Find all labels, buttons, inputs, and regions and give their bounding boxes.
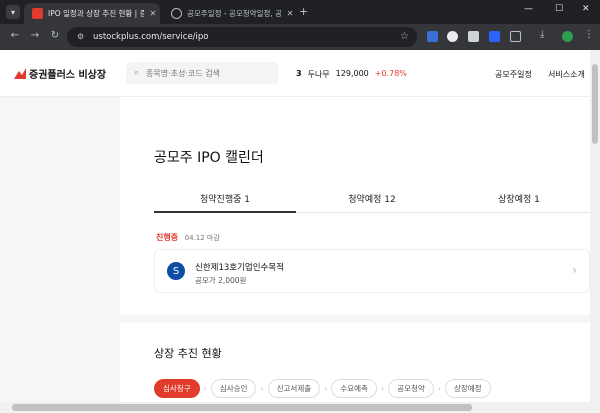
horizontal-scroll-thumb[interactable] [12, 404, 472, 411]
close-tab-icon[interactable]: ✕ [285, 9, 295, 18]
new-tab-icon[interactable]: + [299, 5, 308, 18]
translate-extension-icon[interactable] [427, 31, 438, 42]
logo-icon[interactable] [14, 68, 26, 79]
browser-tab-active[interactable]: IPO 일정과 상장 추진 현황 | 증권플러스 비상장 ✕ [24, 3, 160, 24]
site-logo-text[interactable]: 증권플러스 비상장 [29, 66, 106, 81]
listing-steps: 심사청구 › 심사승인 › 신고서제출 › 수요예측 › 공모청약 › 상장예정 [154, 379, 491, 398]
extensions-puzzle-icon[interactable] [510, 31, 521, 42]
address-bar[interactable]: ⚙ ustockplus.com/service/ipo ☆ [67, 27, 417, 47]
step-review-approved[interactable]: 심사승인 [210, 379, 257, 398]
status-line: 진행중 04.12 마감 [156, 232, 220, 243]
url-text: ustockplus.com/service/ipo [93, 32, 209, 42]
chevron-right-icon: › [380, 384, 385, 393]
extension-blue-icon[interactable] [489, 31, 500, 42]
status-date: 04.12 마감 [184, 234, 220, 242]
ticker-rank: 3 [296, 69, 302, 78]
site-header: 증권플러스 비상장 ⌕ 3 두나무 129,000 +0.78% 공모주일정 서… [0, 50, 590, 97]
offering-price: 공모가 2,000원 [195, 276, 247, 285]
vertical-scroll-thumb[interactable] [592, 64, 598, 144]
chevron-right-icon: › [572, 263, 577, 277]
tab-upcoming-subscription[interactable]: 청약예정 12 [301, 192, 443, 205]
vertical-scrollbar[interactable] [590, 50, 600, 402]
ipo-tabs: 청약진행중 1 청약예정 12 상장예정 1 [154, 182, 590, 213]
nav-ipo-schedule[interactable]: 공모주일정 [495, 69, 532, 80]
tab-title: IPO 일정과 상장 추진 현황 | 증권플러스 비상장 [48, 9, 144, 18]
tab-search-icon[interactable]: ▾ [6, 5, 20, 19]
search-box[interactable]: ⌕ [126, 62, 278, 84]
company-logo-icon: S [167, 262, 185, 280]
step-public-subscription[interactable]: 공모청약 [388, 379, 434, 398]
maximize-icon[interactable]: ☐ [555, 4, 563, 14]
status-label: 진행중 [156, 233, 179, 242]
tab-upcoming-listing[interactable]: 상장예정 1 [448, 192, 590, 205]
company-name: 신한제13호기업인수목적 [195, 263, 285, 273]
ticker-name: 두나무 [307, 70, 330, 79]
tab-subscribing[interactable]: 청약진행중 1 [154, 192, 296, 213]
forward-icon[interactable]: → [28, 30, 42, 41]
step-review-request[interactable]: 심사청구 [154, 379, 200, 398]
section-title: 상장 추진 현황 [154, 347, 222, 360]
step-filing[interactable]: 신고서제출 [267, 379, 321, 398]
close-tab-icon[interactable]: ✕ [148, 9, 158, 18]
extension-circle-icon[interactable] [447, 31, 458, 42]
listing-status-card: 상장 추진 현황 심사청구 › 심사승인 › 신고서제출 › 수요예측 › 공모… [120, 323, 590, 402]
nav-service-intro[interactable]: 서비스소개 [548, 69, 585, 80]
tab-title: 공모주일정 - 공모청약일정, 공모주 청약 [187, 9, 282, 18]
chevron-right-icon: › [260, 384, 264, 393]
ticker-change: +0.78% [374, 69, 407, 78]
window-close-icon[interactable]: ✕ [582, 4, 590, 14]
chevron-right-icon: › [437, 384, 441, 393]
step-listing-scheduled[interactable]: 상장예정 [444, 379, 491, 398]
browser-menu-icon[interactable]: ⋮ [584, 29, 595, 40]
back-icon[interactable]: ← [8, 30, 22, 41]
ticker-price: 129,000 [335, 69, 369, 78]
globe-favicon-icon [171, 8, 182, 19]
search-input[interactable] [146, 68, 267, 78]
step-demand-forecast[interactable]: 수요예측 [331, 379, 377, 398]
scrollbar-corner [590, 402, 600, 413]
main-content: 공모주 IPO 캘린더 청약진행중 1 청약예정 12 상장예정 1 진행중 0… [0, 97, 590, 402]
search-icon: ⌕ [134, 68, 140, 78]
browser-tab-bar: ▾ IPO 일정과 상장 추진 현황 | 증권플러스 비상장 ✕ 공모주일정 -… [0, 0, 600, 24]
profile-avatar[interactable] [562, 31, 573, 42]
site-info-icon[interactable]: ⚙ [77, 32, 87, 42]
horizontal-scrollbar[interactable] [0, 402, 590, 413]
chevron-right-icon: › [324, 384, 328, 393]
reload-icon[interactable]: ↻ [48, 30, 62, 41]
browser-tab-inactive[interactable]: 공모주일정 - 공모청약일정, 공모주 청약 ✕ [163, 3, 295, 24]
ipo-calendar-card: 공모주 IPO 캘린더 청약진행중 1 청약예정 12 상장예정 1 진행중 0… [120, 97, 590, 315]
extension-doc-icon[interactable] [468, 31, 479, 42]
minimize-icon[interactable]: — [524, 4, 533, 14]
site-favicon-icon [32, 8, 43, 19]
ipo-list-item[interactable]: S 신한제13호기업인수목적 공모가 2,000원 › [154, 249, 590, 293]
chevron-right-icon: › [203, 384, 207, 393]
bookmark-star-icon[interactable]: ☆ [400, 31, 409, 42]
download-icon[interactable]: ⤓ [540, 29, 551, 40]
page-title: 공모주 IPO 캘린더 [154, 150, 264, 166]
ticker-rolling[interactable]: 3 두나무 129,000 +0.78% [296, 69, 407, 80]
